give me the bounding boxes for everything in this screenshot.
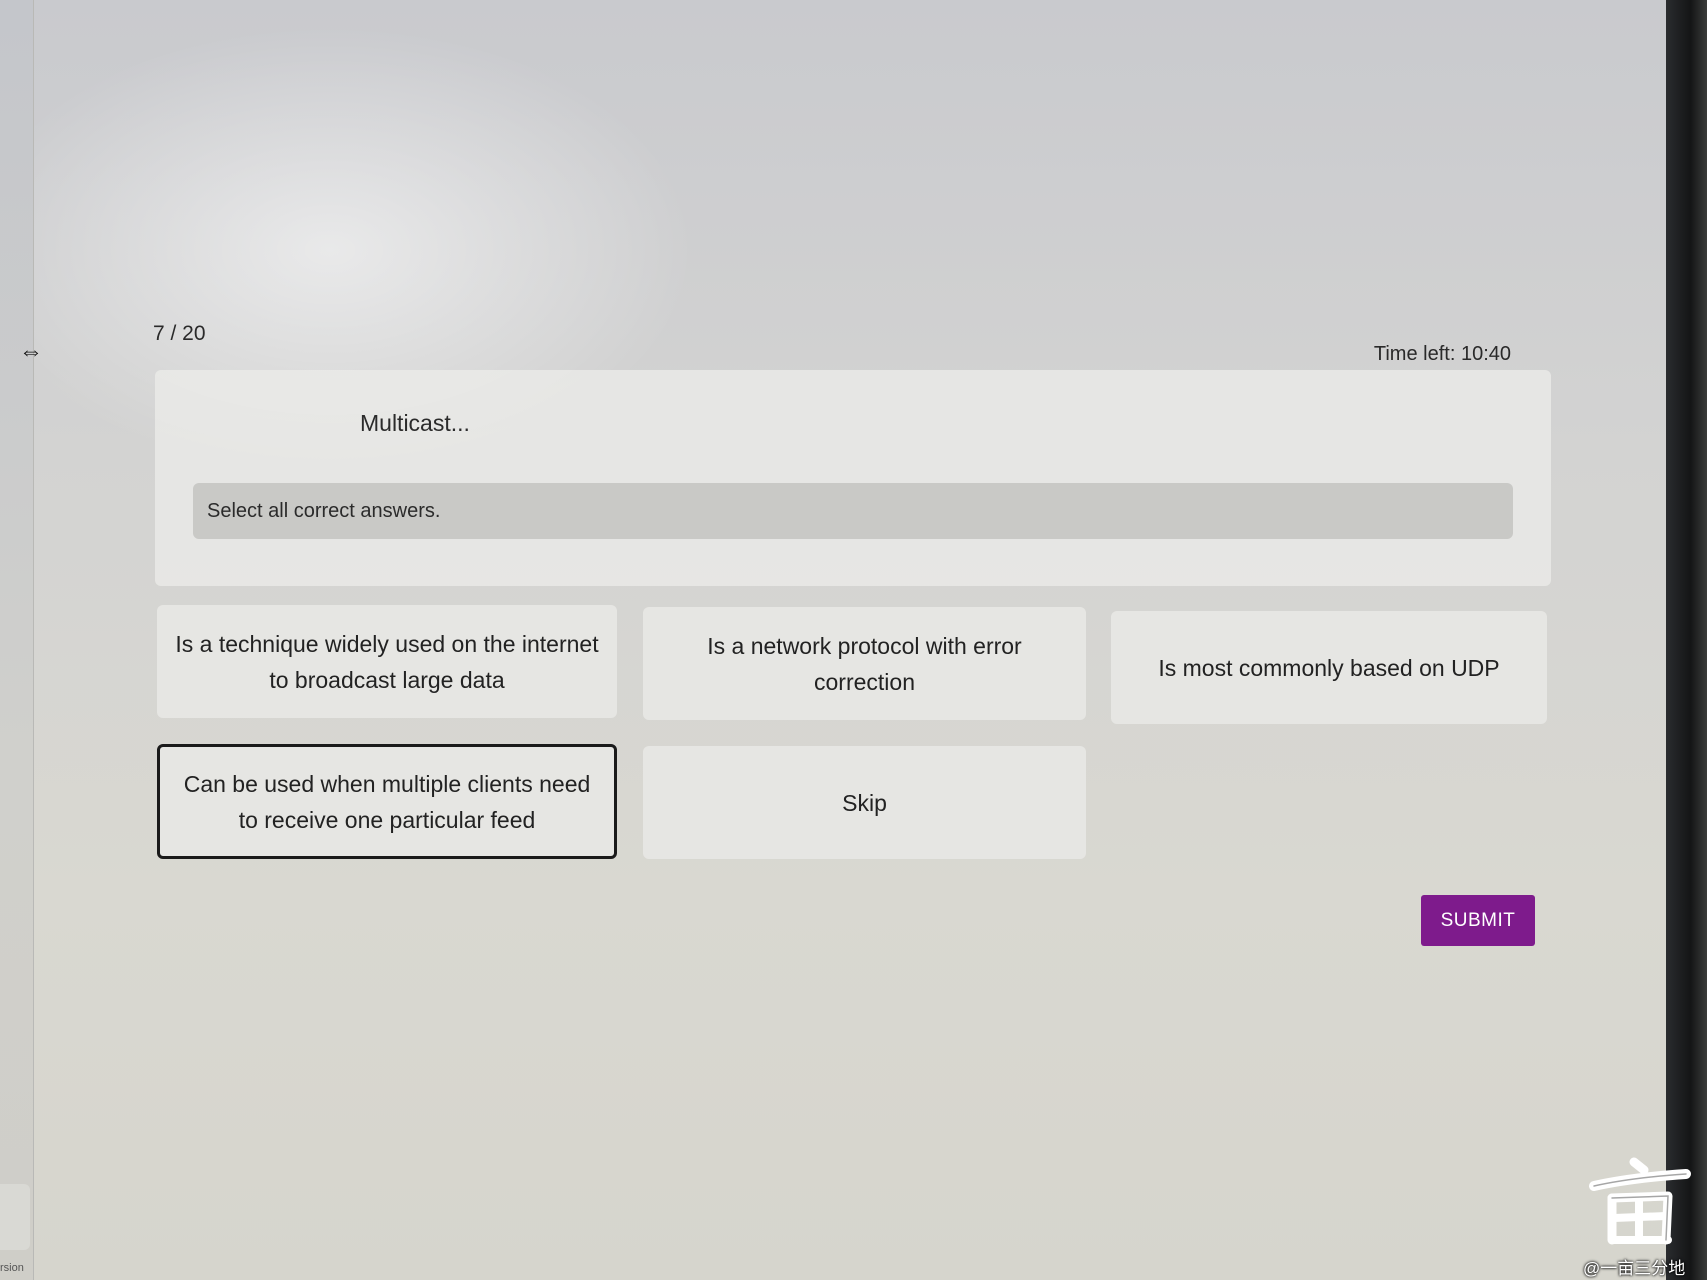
answer-option-label: Is a network protocol with error correct… <box>707 632 1022 695</box>
resize-cursor-icon: ⇔ <box>19 338 43 365</box>
answer-option[interactable]: Is a technique widely used on the intern… <box>157 605 617 718</box>
question-progress: 7 / 20 <box>153 322 206 345</box>
watermark-logo-icon <box>1589 1157 1691 1245</box>
answer-option-selected[interactable]: Can be used when multiple clients need t… <box>157 744 617 859</box>
skip-option-label: Skip <box>842 789 887 816</box>
answer-option-label: Is most commonly based on UDP <box>1158 654 1500 681</box>
monitor-screen: rsion ⇔ 7 / 20 Time left: 10:40 Multicas… <box>0 0 1666 1280</box>
left-sidebar-edge: rsion <box>0 0 34 1280</box>
time-left: Time left: 10:40 <box>1373 343 1511 365</box>
answer-option-label: Is a technique widely used on the intern… <box>175 630 599 693</box>
sidebar-tab <box>0 1184 30 1250</box>
monitor-bezel <box>1666 0 1707 1280</box>
submit-button[interactable]: SUBMIT <box>1421 895 1535 946</box>
instruction-banner: Select all correct answers. <box>193 483 1513 539</box>
skip-option[interactable]: Skip <box>643 746 1086 859</box>
sidebar-cut-text: rsion <box>0 1262 24 1274</box>
answer-option-label: Can be used when multiple clients need t… <box>183 770 591 833</box>
answer-option[interactable]: Is a network protocol with error correct… <box>643 607 1086 720</box>
answer-option[interactable]: Is most commonly based on UDP <box>1111 611 1547 724</box>
question-text: Multicast... <box>360 410 470 436</box>
watermark-caption: @一亩三分地 <box>1583 1259 1686 1278</box>
question-card: Multicast... Select all correct answers. <box>155 370 1551 586</box>
